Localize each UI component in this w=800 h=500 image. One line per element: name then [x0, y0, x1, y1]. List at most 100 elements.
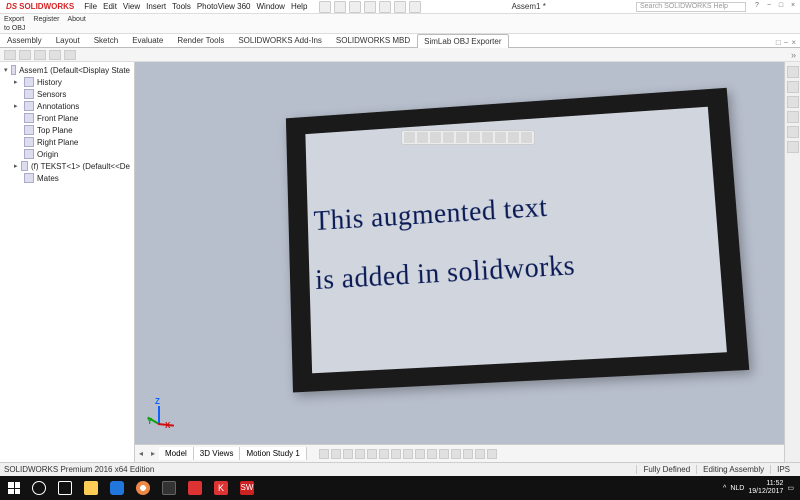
edit-appearance-icon[interactable] — [495, 132, 506, 143]
graphics-viewport[interactable]: This augmented text is added in solidwor… — [135, 62, 800, 462]
tree-root[interactable]: ▾ Assem1 (Default<Display State — [2, 64, 132, 76]
tree-mates[interactable]: Mates — [2, 172, 132, 184]
apply-scene-icon[interactable] — [508, 132, 519, 143]
bt-icon[interactable] — [427, 449, 437, 459]
qat-undo-icon[interactable] — [379, 1, 391, 13]
search-input[interactable]: Search SOLIDWORKS Help — [636, 2, 746, 12]
bt-icon[interactable] — [403, 449, 413, 459]
bt-icon[interactable] — [355, 449, 365, 459]
view-orient-icon[interactable] — [456, 132, 467, 143]
store-icon[interactable] — [156, 478, 182, 498]
menu-help[interactable]: Help — [291, 2, 307, 11]
expand-icon[interactable]: ▾ — [4, 66, 8, 74]
tree-sensors[interactable]: Sensors — [2, 88, 132, 100]
qat-open-icon[interactable] — [334, 1, 346, 13]
help-icon[interactable]: ? — [752, 2, 762, 12]
zoom-area-icon[interactable] — [417, 132, 428, 143]
bt-icon[interactable] — [343, 449, 353, 459]
tree-part-tekst[interactable]: ▸(f) TEKST<1> (Default<<De — [2, 160, 132, 172]
menu-edit[interactable]: Edit — [103, 2, 117, 11]
task-view-icon[interactable] — [52, 478, 78, 498]
menu-photoview[interactable]: PhotoView 360 — [197, 2, 251, 11]
hide-show-icon[interactable] — [482, 132, 493, 143]
notifications-icon[interactable]: ▭ — [787, 484, 794, 492]
bt-icon[interactable] — [487, 449, 497, 459]
design-library-icon[interactable] — [787, 81, 799, 93]
edge-icon[interactable] — [104, 478, 130, 498]
menu-file[interactable]: File — [84, 2, 97, 11]
tab-next-icon[interactable]: ▸ — [147, 449, 159, 458]
cortana-icon[interactable] — [26, 478, 52, 498]
tray-clock[interactable]: 11:52 19/12/2017 — [748, 480, 783, 496]
ribbon-close-icon[interactable]: × — [791, 38, 796, 47]
kaspersky-icon[interactable]: K — [208, 478, 234, 498]
prev-view-icon[interactable] — [430, 132, 441, 143]
appearances-icon[interactable] — [787, 126, 799, 138]
tab-addins[interactable]: SOLIDWORKS Add-Ins — [231, 33, 329, 47]
menu-view[interactable]: View — [123, 2, 140, 11]
qat-options-icon[interactable] — [409, 1, 421, 13]
tab-prev-icon[interactable]: ◂ — [135, 449, 147, 458]
fm-config-icon[interactable] — [34, 50, 46, 60]
qat-rebuild-icon[interactable] — [394, 1, 406, 13]
ribbon-restore-icon[interactable]: − — [784, 38, 789, 47]
bt-icon[interactable] — [331, 449, 341, 459]
tray-chevron-icon[interactable]: ^ — [723, 485, 726, 492]
tree-origin[interactable]: Origin — [2, 148, 132, 160]
export-obj-button[interactable]: Export to OBJ — [4, 15, 25, 33]
tree-right-plane[interactable]: Right Plane — [2, 136, 132, 148]
close-icon[interactable]: × — [788, 2, 798, 12]
minimize-icon[interactable]: − — [764, 2, 774, 12]
chrome-icon[interactable] — [130, 478, 156, 498]
menu-window[interactable]: Window — [257, 2, 285, 11]
ribbon-min-icon[interactable]: □ — [776, 38, 781, 47]
bt-icon[interactable] — [451, 449, 461, 459]
qat-save-icon[interactable] — [349, 1, 361, 13]
orientation-triad[interactable]: Z Y X — [147, 394, 187, 434]
fm-display-icon[interactable] — [64, 50, 76, 60]
menu-insert[interactable]: Insert — [146, 2, 166, 11]
register-button[interactable]: Register — [33, 15, 59, 24]
fm-collapse-icon[interactable]: » — [791, 50, 796, 60]
explorer-icon[interactable] — [78, 478, 104, 498]
tree-top-plane[interactable]: Top Plane — [2, 124, 132, 136]
view-palette-icon[interactable] — [787, 111, 799, 123]
solidworks-task-icon[interactable]: SW — [234, 478, 260, 498]
status-units[interactable]: IPS — [770, 465, 796, 474]
bt-icon[interactable] — [319, 449, 329, 459]
feature-tree[interactable]: ▾ Assem1 (Default<Display State ▸History… — [0, 62, 134, 462]
bt-icon[interactable] — [391, 449, 401, 459]
bt-icon[interactable] — [367, 449, 377, 459]
tab-model[interactable]: Model — [159, 447, 194, 460]
qat-new-icon[interactable] — [319, 1, 331, 13]
maximize-icon[interactable]: □ — [776, 2, 786, 12]
menu-tools[interactable]: Tools — [172, 2, 191, 11]
file-explorer-icon[interactable] — [787, 96, 799, 108]
bt-icon[interactable] — [379, 449, 389, 459]
view-settings-icon[interactable] — [521, 132, 532, 143]
tab-assembly[interactable]: Assembly — [0, 33, 49, 47]
about-button[interactable]: About — [67, 15, 85, 24]
tree-annotations[interactable]: ▸Annotations — [2, 100, 132, 112]
tab-render-tools[interactable]: Render Tools — [170, 33, 231, 47]
zoom-fit-icon[interactable] — [404, 132, 415, 143]
tab-evaluate[interactable]: Evaluate — [125, 33, 170, 47]
app-red-icon[interactable] — [182, 478, 208, 498]
tree-history[interactable]: ▸History — [2, 76, 132, 88]
display-style-icon[interactable] — [469, 132, 480, 143]
qat-print-icon[interactable] — [364, 1, 376, 13]
tree-front-plane[interactable]: Front Plane — [2, 112, 132, 124]
bt-icon[interactable] — [463, 449, 473, 459]
tab-sketch[interactable]: Sketch — [87, 33, 125, 47]
tray-lang[interactable]: NLD — [730, 485, 744, 492]
tab-motion-study[interactable]: Motion Study 1 — [240, 447, 306, 460]
section-view-icon[interactable] — [443, 132, 454, 143]
fm-dim-icon[interactable] — [49, 50, 61, 60]
fm-tree-icon[interactable] — [4, 50, 16, 60]
tab-simlab-obj[interactable]: SimLab OBJ Exporter — [417, 34, 508, 48]
tab-layout[interactable]: Layout — [49, 33, 87, 47]
fm-property-icon[interactable] — [19, 50, 31, 60]
start-button[interactable] — [2, 478, 26, 498]
bt-icon[interactable] — [415, 449, 425, 459]
resources-icon[interactable] — [787, 66, 799, 78]
